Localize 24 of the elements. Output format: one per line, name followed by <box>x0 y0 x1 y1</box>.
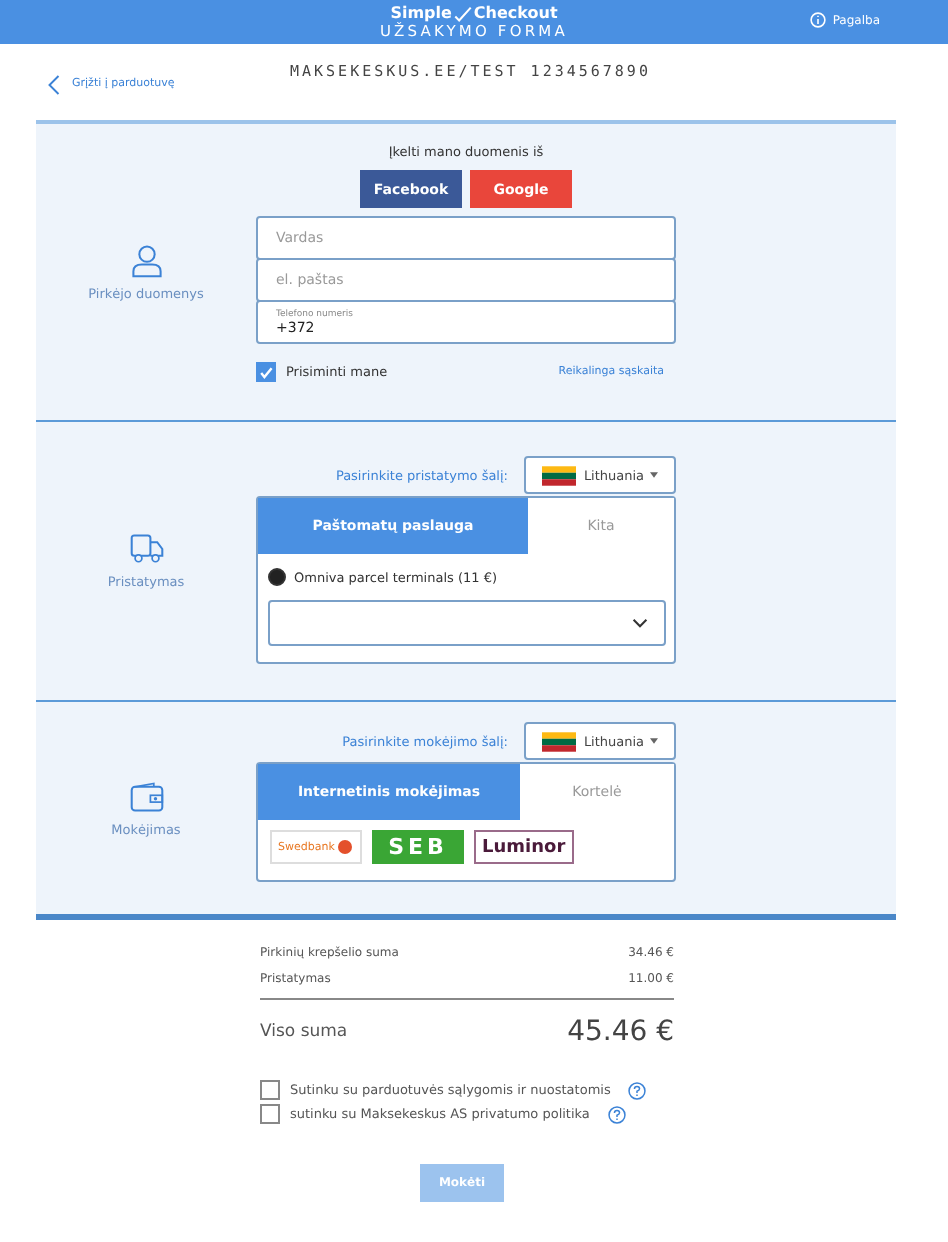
info-icon <box>810 12 827 28</box>
chevron-left-icon <box>48 73 60 95</box>
wallet-icon <box>129 779 163 813</box>
checkbox[interactable] <box>260 1080 280 1100</box>
checkmark-icon <box>453 5 472 22</box>
flag-icon <box>541 465 576 485</box>
user-icon <box>129 243 163 277</box>
bank-button[interactable]: Luminor <box>474 830 574 864</box>
help-icon[interactable] <box>628 1081 647 1099</box>
brand-text: Simple <box>390 5 452 22</box>
chevron-down-icon <box>632 618 648 628</box>
checkbox[interactable] <box>256 362 276 382</box>
radio-button[interactable] <box>268 568 286 586</box>
brand-text: Checkout <box>473 5 558 22</box>
checkbox[interactable] <box>260 1104 280 1124</box>
flag-icon <box>541 731 576 751</box>
total-value: 45.46 € <box>567 1016 674 1048</box>
caret-icon <box>650 472 659 478</box>
truck-icon <box>129 532 163 566</box>
help-icon[interactable] <box>607 1105 626 1123</box>
terminal-select[interactable] <box>268 600 666 646</box>
total-label: Viso suma <box>260 1022 348 1042</box>
caret-icon <box>650 738 659 744</box>
bank-button[interactable]: SEB <box>372 830 464 864</box>
